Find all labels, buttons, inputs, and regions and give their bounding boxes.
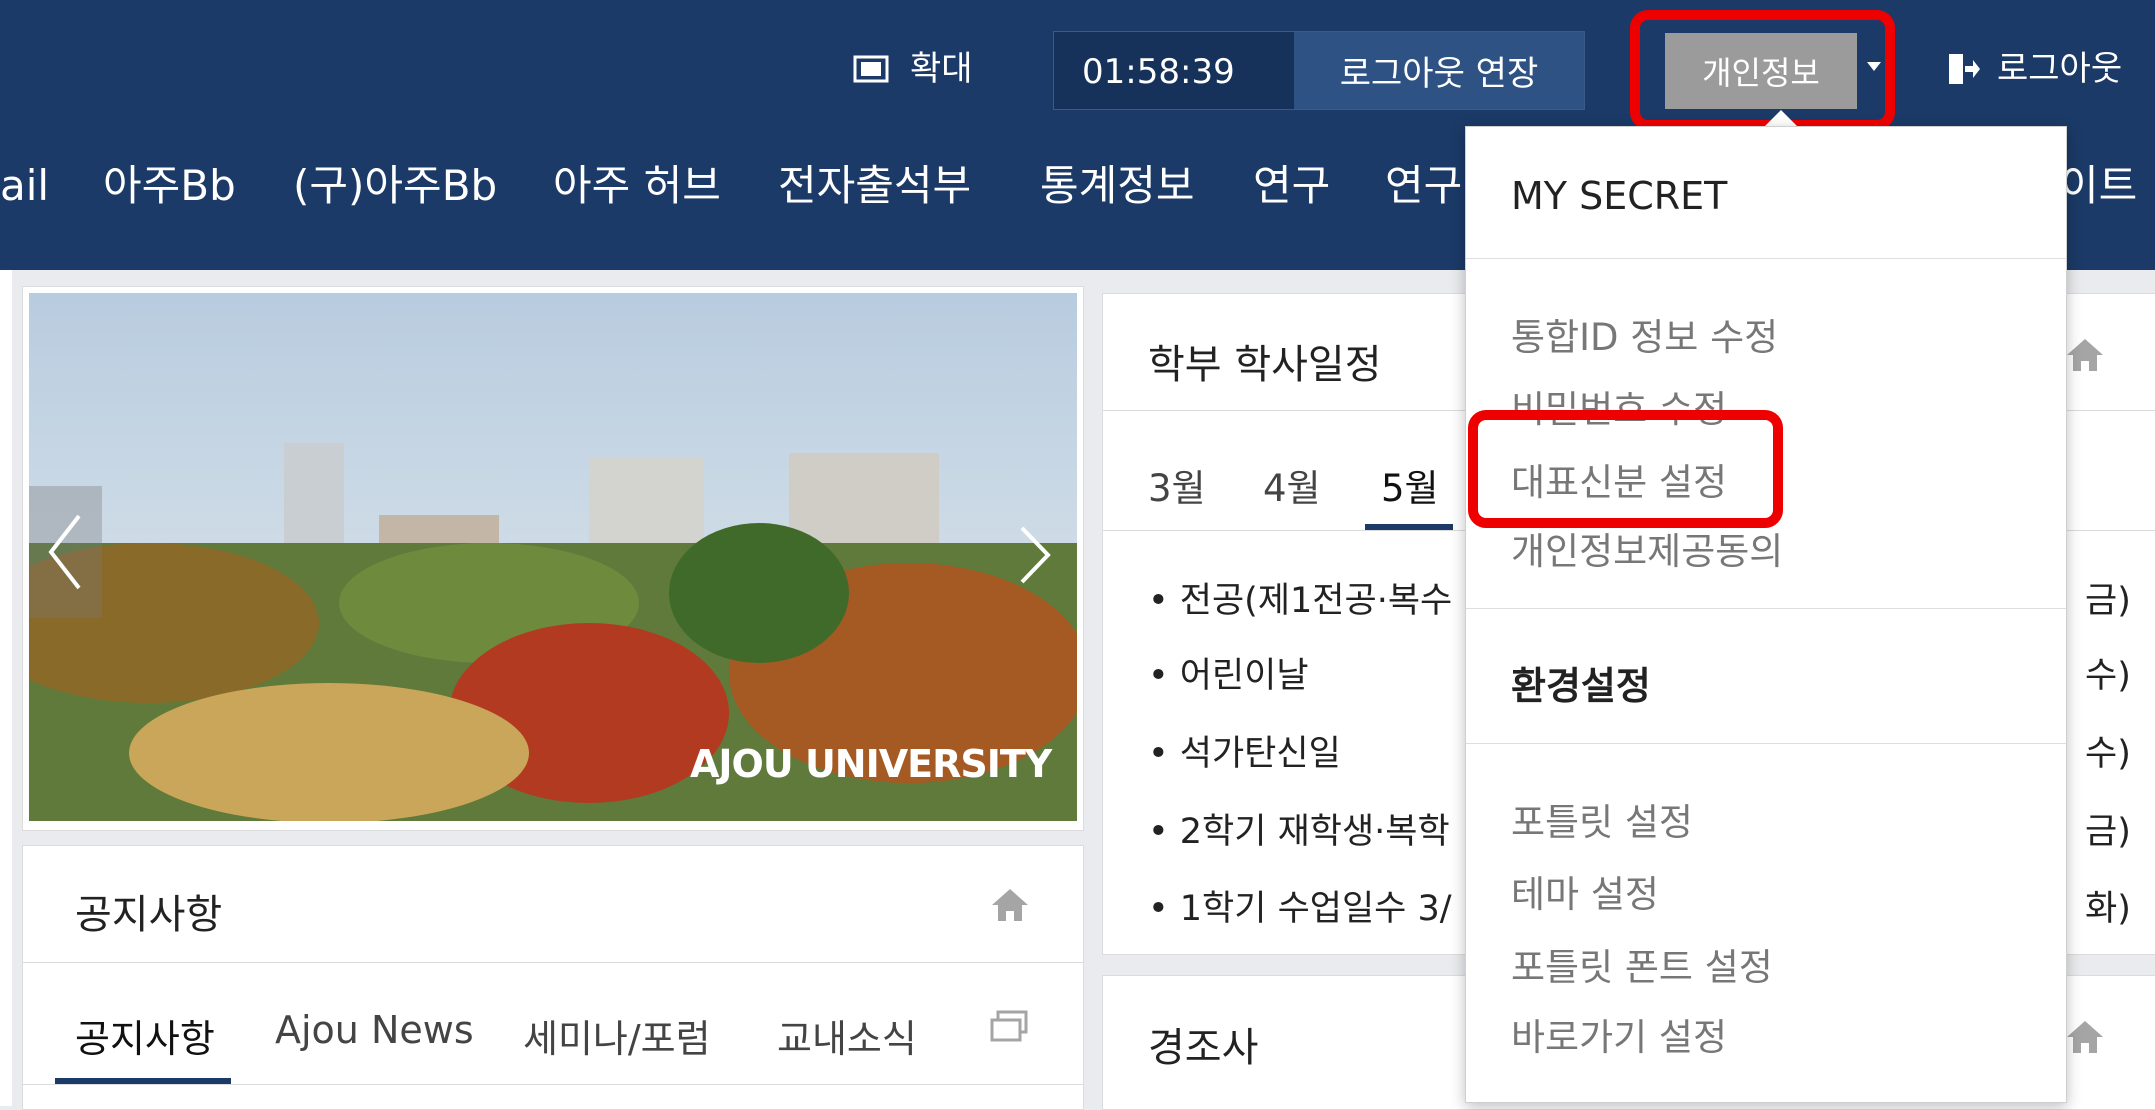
condolence-title: 경조사 bbox=[1148, 1025, 1259, 1071]
condolence-home-icon[interactable] bbox=[2065, 1017, 2105, 1067]
schedule-date: 수) bbox=[2085, 656, 2131, 696]
notice-title: 공지사항 bbox=[75, 892, 223, 938]
menu-item-portlet-font[interactable]: 포틀릿 폰트 설정 bbox=[1511, 937, 1773, 991]
extend-logout-button[interactable]: 로그아웃 연장 bbox=[1294, 32, 1584, 109]
schedule-item[interactable]: • 1학기 수업일수 3/ bbox=[1148, 880, 1452, 931]
schedule-date: 화) bbox=[2085, 889, 2131, 929]
highlight-box-personal-info bbox=[1630, 10, 1895, 130]
personal-info-dropdown: MY SECRET 통합ID 정보 수정 비밀번호 수정 대표신분 설정 개인정… bbox=[1465, 126, 2067, 1103]
nav-item-ajoubb[interactable]: 아주Bb bbox=[103, 165, 236, 207]
tab-notice[interactable]: 공지사항 bbox=[75, 1008, 215, 1063]
schedule-item[interactable]: • 2학기 재학생·복학 bbox=[1148, 803, 1450, 854]
menu-item-edit-id[interactable]: 통합ID 정보 수정 bbox=[1511, 307, 1778, 361]
schedule-item[interactable]: • 석가탄신일 bbox=[1148, 725, 1341, 776]
divider bbox=[1466, 743, 2066, 744]
highlight-box-main-identity bbox=[1468, 410, 1783, 528]
divider bbox=[1466, 258, 2066, 259]
tab-seminar[interactable]: 세미나/포럼 bbox=[523, 1008, 711, 1063]
nav-item-research-2[interactable]: 연구 bbox=[1385, 165, 1462, 207]
schedule-item[interactable]: • 전공(제1전공·복수 bbox=[1148, 572, 1452, 623]
schedule-date: 금) bbox=[2085, 812, 2131, 852]
menu-item-shortcut-settings[interactable]: 바로가기 설정 bbox=[1511, 1007, 1727, 1061]
menu-item-info-consent[interactable]: 개인정보제공동의 bbox=[1511, 521, 1783, 575]
nav-item-site[interactable]: 이트 bbox=[2060, 165, 2137, 207]
dropdown-section-title: 환경설정 bbox=[1511, 664, 1651, 708]
banner-logo: AJOU UNIVERSITY bbox=[690, 742, 1052, 786]
schedule-item[interactable]: • 어린이날 bbox=[1148, 647, 1309, 698]
schedule-home-icon[interactable] bbox=[2065, 335, 2105, 385]
zoom-icon[interactable] bbox=[852, 54, 890, 90]
banner-prev-button[interactable] bbox=[29, 486, 102, 618]
menu-item-portlet-settings[interactable]: 포틀릿 설정 bbox=[1511, 792, 1693, 846]
nav-item-ajou-hub[interactable]: 아주 허브 bbox=[553, 165, 721, 207]
notice-home-icon[interactable] bbox=[990, 885, 1030, 935]
tab-month-5[interactable]: 5월 bbox=[1381, 458, 1439, 512]
nav-item-statistics[interactable]: 통계정보 bbox=[1040, 165, 1195, 207]
session-timer-box: 01:58:39 로그아웃 연장 bbox=[1053, 31, 1585, 110]
tab-ajou-news[interactable]: Ajou News bbox=[275, 1008, 474, 1052]
nav-item-mail[interactable]: ail bbox=[0, 165, 49, 207]
dropdown-section-title: MY SECRET bbox=[1511, 174, 1728, 218]
schedule-title: 학부 학사일정 bbox=[1148, 342, 1382, 388]
tab-campus-news[interactable]: 교내소식 bbox=[777, 1008, 917, 1063]
divider bbox=[1466, 608, 2066, 609]
nav-item-old-ajoubb[interactable]: (구)아주Bb bbox=[293, 165, 497, 207]
menu-item-theme-settings[interactable]: 테마 설정 bbox=[1511, 864, 1659, 918]
schedule-date: 수) bbox=[2085, 734, 2131, 774]
divider bbox=[22, 1084, 1084, 1085]
nav-item-research[interactable]: 연구 bbox=[1253, 165, 1330, 207]
logout-button[interactable]: 로그아웃 bbox=[1997, 52, 2122, 86]
dropdown-pointer bbox=[1765, 110, 1797, 126]
zoom-button[interactable]: 확대 bbox=[910, 52, 973, 86]
nav-item-attendance[interactable]: 전자출석부 bbox=[778, 165, 971, 207]
open-window-icon[interactable] bbox=[990, 1010, 1028, 1046]
banner-next-button[interactable] bbox=[1010, 520, 1060, 601]
tab-month-3[interactable]: 3월 bbox=[1148, 458, 1206, 512]
schedule-date: 금) bbox=[2085, 581, 2131, 621]
divider bbox=[22, 962, 1084, 963]
session-timer: 01:58:39 bbox=[1082, 52, 1235, 92]
tab-month-4[interactable]: 4월 bbox=[1263, 458, 1321, 512]
logout-icon[interactable] bbox=[1945, 52, 1981, 92]
